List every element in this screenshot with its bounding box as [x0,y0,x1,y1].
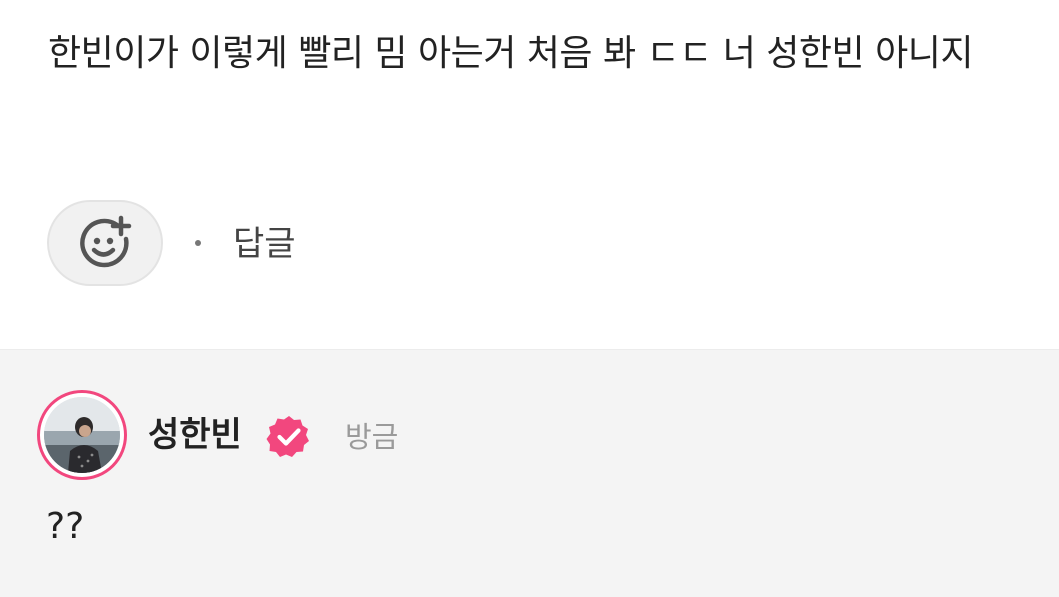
avatar[interactable] [37,390,127,480]
avatar-photo [44,397,120,473]
reply-button[interactable]: 답글 [233,222,296,266]
author-name[interactable]: 성한빈 [148,413,242,457]
separator-dot [195,240,201,246]
add-reaction-button[interactable] [47,200,163,286]
verified-badge-icon [266,414,312,460]
parent-comment: 한빈이가 이렇게 빨리 밈 아는거 처음 봐 ㄷㄷ 너 성한빈 아니지 답글 [0,0,1059,349]
comment-thread: 한빈이가 이렇게 빨리 밈 아는거 처음 봐 ㄷㄷ 너 성한빈 아니지 답글 성… [0,0,1059,597]
smiley-plus-icon [77,215,133,271]
reply-text: ?? [46,506,85,547]
comment-text: 한빈이가 이렇게 빨리 밈 아는거 처음 봐 ㄷㄷ 너 성한빈 아니지 [48,33,973,74]
timestamp: 방금 [345,420,399,454]
reply-comment: 성한빈 방금 ?? [0,349,1059,597]
